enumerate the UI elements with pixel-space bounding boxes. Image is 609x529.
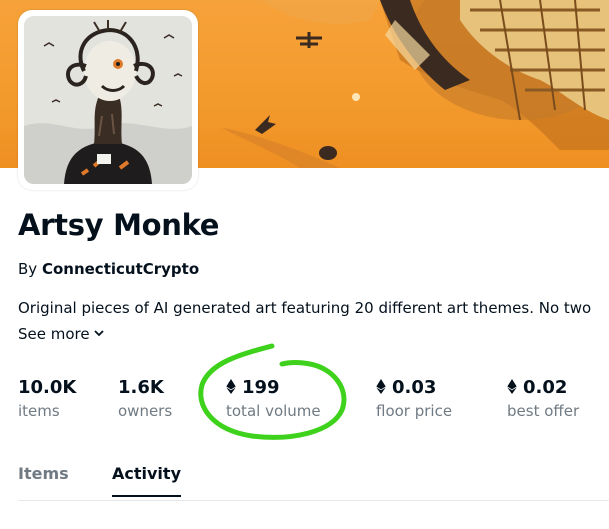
stat-total-volume[interactable]: 199 total volume <box>226 376 321 422</box>
stat-floor-price[interactable]: 0.03 floor price <box>376 376 452 422</box>
collection-avatar <box>18 10 198 190</box>
stat-value: 199 <box>242 377 280 398</box>
see-more-button[interactable]: See more <box>18 323 104 343</box>
stat-items[interactable]: 10.0K items <box>18 376 76 422</box>
collection-page: Artsy Monke By ConnecticutCrypto Origina… <box>0 0 609 529</box>
stat-best-offer[interactable]: 0.02 best offer <box>507 376 579 422</box>
stat-value-row: 0.03 <box>376 376 452 400</box>
stat-value: 0.03 <box>392 377 437 398</box>
byline-prefix: By <box>18 260 38 278</box>
collection-title: Artsy Monke <box>18 208 220 242</box>
tab-activity[interactable]: Activity <box>112 464 181 497</box>
stat-owners[interactable]: 1.6K owners <box>118 376 172 422</box>
stat-value: 10.0K <box>18 377 77 398</box>
collection-tabs: Items Activity <box>18 456 609 501</box>
stat-value-row: 199 <box>226 376 321 400</box>
stat-value: 0.02 <box>523 377 568 398</box>
ethereum-icon <box>376 377 386 394</box>
stat-label: items <box>18 402 60 420</box>
stat-value: 1.6K <box>118 377 164 398</box>
creator-byline: By ConnecticutCrypto <box>18 260 199 278</box>
collection-description: Original pieces of AI generated art feat… <box>18 299 592 317</box>
ethereum-icon <box>507 377 517 394</box>
chevron-down-icon <box>93 323 104 341</box>
stat-label: best offer <box>507 402 580 420</box>
ethereum-icon <box>226 377 236 394</box>
stat-label: total volume <box>226 402 321 420</box>
avatar-artwork <box>24 16 192 184</box>
stat-label: owners <box>118 402 173 420</box>
creator-link[interactable]: ConnecticutCrypto <box>42 260 199 278</box>
see-more-label: See more <box>18 325 90 343</box>
tab-items[interactable]: Items <box>18 464 69 495</box>
stat-value-row: 0.02 <box>507 376 579 400</box>
stat-label: floor price <box>376 402 453 420</box>
